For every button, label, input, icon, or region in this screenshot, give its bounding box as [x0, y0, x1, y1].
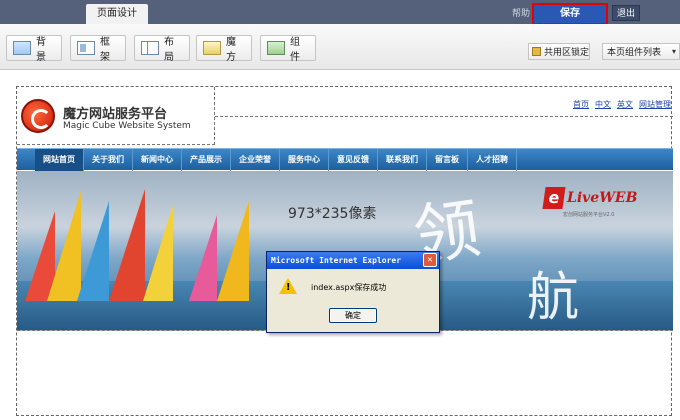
nav-item-honors[interactable]: 企业荣誉 [231, 149, 280, 171]
link-english[interactable]: 英文 [617, 99, 633, 110]
lock-shared-area-label: 共用区锁定 [544, 48, 590, 58]
ok-button[interactable]: 确定 [329, 308, 377, 323]
liveweb-logo: e LiveWEB [542, 187, 638, 209]
sail-shape [189, 215, 217, 301]
magic-cube-button[interactable]: 魔方 [196, 35, 252, 63]
nav-item-about[interactable]: 关于我们 [84, 149, 133, 171]
link-chinese[interactable]: 中文 [595, 99, 611, 110]
top-bar: 页面设计 帮助 保存 退出 [0, 0, 680, 25]
calligraphy-navigate: 航 [527, 268, 580, 328]
background-button[interactable]: 背景 [6, 35, 62, 63]
nav-item-jobs[interactable]: 人才招聘 [468, 149, 517, 171]
tab-page-design[interactable]: 页面设计 [86, 4, 148, 24]
link-home[interactable]: 首页 [573, 99, 589, 110]
liveweb-subtitle: 宏创网站服务平台V2.0 [563, 212, 615, 218]
logo-region[interactable]: 魔方网站服务平台 Magic Cube Website System [17, 87, 215, 145]
magic-cube-label: 魔方 [226, 37, 236, 63]
frame-icon [77, 41, 95, 55]
top-links-region[interactable]: 首页 中文 英文 网站管理 [215, 87, 673, 117]
nav-item-service[interactable]: 服务中心 [280, 149, 329, 171]
component-list-label: 本页组件列表 [607, 48, 662, 58]
nav-item-feedback[interactable]: 意见反馈 [329, 149, 378, 171]
link-site-admin[interactable]: 网站管理 [639, 99, 671, 110]
background-label: 背景 [36, 37, 46, 63]
component-list-dropdown[interactable]: 本页组件列表 ▾ [602, 43, 680, 60]
sail-shape [143, 205, 173, 301]
lock-shared-area-button[interactable]: 共用区锁定 [528, 43, 590, 60]
component-icon [267, 41, 285, 55]
help-link[interactable]: 帮助 [512, 6, 530, 19]
dialog-message: index.aspx保存成功 [311, 283, 387, 292]
ie-alert-dialog: Microsoft Internet Explorer ✕ ! index.as… [266, 251, 440, 333]
layout-label: 布局 [164, 37, 174, 63]
banner-size-text: 973*235像素 [288, 206, 377, 222]
warning-exclamation: ! [286, 282, 291, 293]
layout-icon [141, 41, 159, 55]
nav-item-home[interactable]: 网站首页 [35, 149, 84, 171]
background-icon [13, 41, 31, 55]
nav-item-products[interactable]: 产品展示 [182, 149, 231, 171]
dialog-title: Microsoft Internet Explorer [271, 256, 402, 265]
liveweb-brand-text: LiveWEB [567, 190, 638, 206]
top-links: 首页 中文 英文 网站管理 [573, 99, 671, 110]
logout-button[interactable]: 退出 [612, 5, 640, 21]
nav-item-news[interactable]: 新闻中心 [133, 149, 182, 171]
nav-item-contact[interactable]: 联系我们 [378, 149, 427, 171]
site-nav: 网站首页 关于我们 新闻中心 产品展示 企业荣誉 服务中心 意见反馈 联系我们 … [17, 148, 673, 171]
sail-shape [217, 201, 249, 301]
magic-cube-logo-icon [21, 99, 55, 133]
close-icon[interactable]: ✕ [423, 253, 437, 267]
dialog-title-bar[interactable]: Microsoft Internet Explorer ✕ [267, 252, 439, 269]
logo-title-en: Magic Cube Website System [63, 121, 191, 131]
frame-label: 框架 [100, 37, 110, 63]
logo-title-cn: 魔方网站服务平台 [63, 107, 168, 122]
lock-icon [532, 47, 541, 56]
sail-shape [77, 201, 109, 301]
frame-button[interactable]: 框架 [70, 35, 126, 63]
save-button[interactable]: 保存 [532, 3, 608, 25]
liveweb-e-icon: e [542, 187, 566, 209]
magic-cube-icon [203, 41, 221, 55]
layout-button[interactable]: 布局 [134, 35, 190, 63]
component-label: 组件 [290, 37, 300, 63]
component-button[interactable]: 组件 [260, 35, 316, 63]
sail-shape [47, 191, 81, 301]
sail-shape [109, 189, 145, 301]
nav-item-guestbook[interactable]: 留言板 [427, 149, 468, 171]
chevron-down-icon: ▾ [671, 47, 676, 56]
